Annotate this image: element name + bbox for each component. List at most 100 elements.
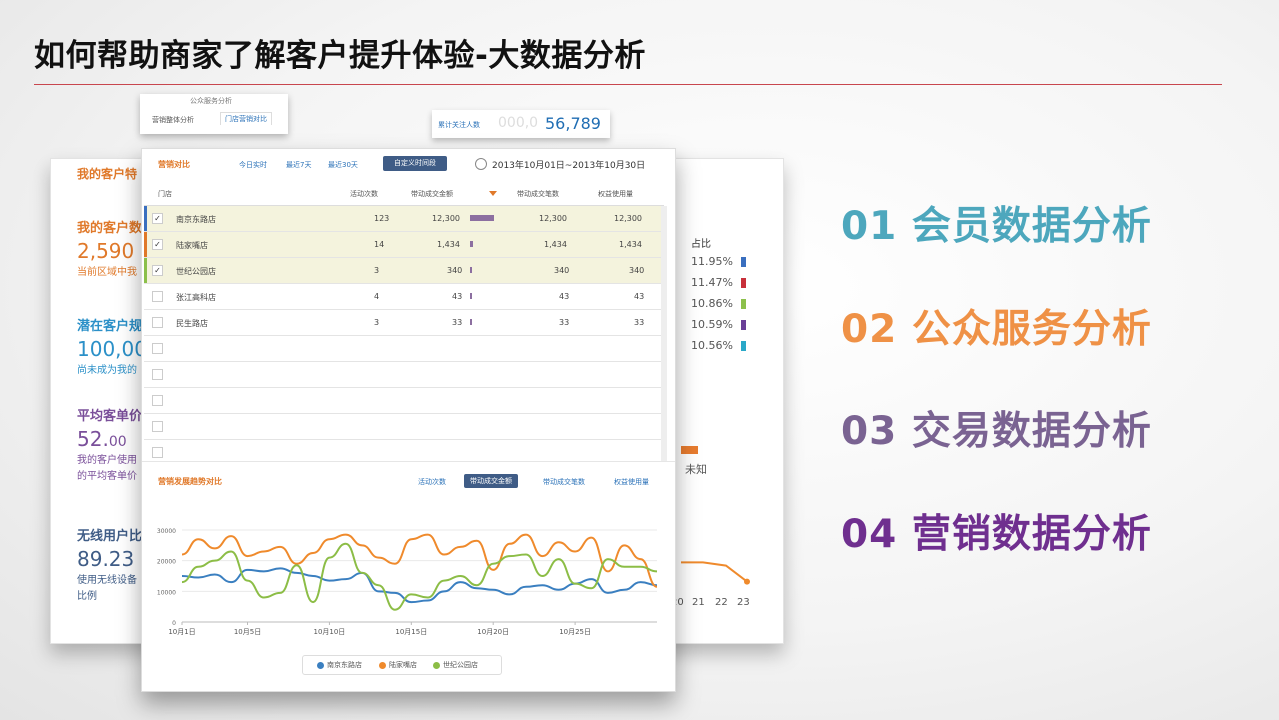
share-value: 10.86%: [691, 297, 733, 310]
events-cell: 123: [374, 214, 390, 223]
custom-range-button[interactable]: 自定义时间段: [383, 156, 447, 171]
events-cell: 3: [374, 318, 380, 327]
usage-cell: 340: [629, 266, 645, 275]
orders-cell: 340: [554, 266, 570, 275]
col-events[interactable]: 活动次数: [350, 189, 378, 199]
kpi-value: 52.: [77, 427, 109, 451]
events-cell: 3: [374, 266, 380, 275]
kpi-value: 89.23: [77, 547, 135, 571]
kpi-sub: 尚未成为我的: [77, 365, 137, 376]
tabs-caption: 公众服务分析: [190, 97, 232, 105]
x-tick-label: 10月25日: [559, 628, 591, 636]
share-row: 10.86%: [691, 297, 746, 310]
share-row: 10.59%: [691, 318, 746, 331]
kpi-label: 我的客户数: [77, 221, 143, 236]
row-checkbox[interactable]: [152, 343, 163, 354]
table-row[interactable]: ✓ 南京东路店 123 12,300 12,300 12,300: [144, 206, 664, 232]
tab-overall-marketing[interactable]: 营销整体分析: [152, 115, 194, 125]
table-scrollbar[interactable]: [661, 206, 667, 464]
row-checkbox[interactable]: [152, 317, 163, 328]
store-name: 陆家嘴店: [176, 241, 208, 250]
row-checkbox[interactable]: [152, 291, 163, 302]
topic-member-data: 01 会员数据分析: [841, 204, 1152, 249]
kpi-sub: 使用无线设备: [77, 575, 137, 586]
kpi-value-decimals: 00: [108, 434, 127, 450]
share-swatch: [740, 299, 746, 309]
share-value: 10.59%: [691, 318, 733, 331]
amount-cell: 340: [447, 266, 463, 275]
counter-ghost: 000,0: [498, 115, 539, 131]
kpi-sub: 当前区域中我: [77, 267, 137, 278]
col-store[interactable]: 门店: [158, 189, 172, 199]
row-checkbox[interactable]: [152, 369, 163, 380]
share-swatch: [740, 320, 746, 330]
row-checkbox[interactable]: ✓: [152, 265, 163, 276]
kpi-sub: 我的客户使用: [77, 455, 137, 466]
trend-section: 营销发展趋势对比 活动次数 带动成交金额 带动成交笔数 权益使用量 30000 2…: [142, 461, 675, 691]
usage-cell: 33: [634, 318, 645, 327]
tail-point: [744, 578, 750, 585]
table-header: 门店 活动次数 带动成交金额 带动成交笔数 权益使用量: [144, 181, 664, 206]
amount-bar: [470, 241, 473, 247]
marketing-toolbar: 营销对比 今日实时 最近7天 最近30天 自定义时间段 2013年10月01日~…: [142, 149, 675, 181]
follower-counter: 累计关注人数 000,0 56,789: [432, 110, 610, 138]
col-amount[interactable]: 带动成交金额: [411, 189, 453, 199]
trend-opt-usage[interactable]: 权益使用量: [614, 477, 649, 487]
row-checkbox[interactable]: ✓: [152, 213, 163, 224]
share-swatch: [740, 341, 746, 351]
table-row[interactable]: 民生路店 3 33 33 33: [144, 310, 664, 336]
empty-table-row: [144, 414, 664, 440]
col-usage[interactable]: 权益使用量: [598, 189, 633, 199]
empty-table-row: [144, 362, 664, 388]
kpi-avg-order: 平均客单价 52.00 我的客户使用 的平均客单价: [77, 405, 142, 485]
x-tick-label: 10月10日: [313, 628, 345, 636]
row-checkbox[interactable]: [152, 447, 163, 458]
slide-title: 如何帮助商家了解客户提升体验-大数据分析: [34, 38, 646, 74]
orders-cell: 12,300: [539, 214, 567, 223]
kpi-value: 100,00: [77, 337, 147, 361]
amount-bar: [470, 319, 472, 325]
range-today[interactable]: 今日实时: [239, 160, 267, 170]
legend-item[interactable]: 南京东路店: [317, 660, 362, 670]
x-tick: 21: [692, 597, 705, 608]
row-checkbox[interactable]: [152, 395, 163, 406]
x-tick-label: 10月20日: [477, 628, 509, 636]
legend-label: 陆家嘴店: [389, 661, 417, 669]
row-color-stripe: [144, 206, 147, 231]
trend-title: 营销发展趋势对比: [158, 477, 222, 486]
trend-opt-amount[interactable]: 带动成交金额: [464, 474, 518, 488]
unknown-label: 未知: [685, 463, 707, 476]
table-row[interactable]: 张江高科店 4 43 43 43: [144, 284, 664, 310]
trend-opt-orders[interactable]: 带动成交笔数: [543, 477, 585, 487]
table-row[interactable]: ✓ 陆家嘴店 14 1,434 1,434 1,434: [144, 232, 664, 258]
row-checkbox[interactable]: [152, 421, 163, 432]
legend-swatch: [317, 661, 324, 669]
col-orders[interactable]: 带动成交笔数: [517, 189, 559, 199]
x-tick-label: 10月15日: [395, 628, 427, 636]
amount-cell: 33: [452, 318, 463, 327]
range-7days[interactable]: 最近7天: [286, 160, 311, 170]
sort-desc-icon[interactable]: [489, 191, 497, 196]
legend-swatch: [433, 661, 440, 669]
kpi-label: 潜在客户规: [77, 319, 143, 334]
share-value: 11.47%: [691, 276, 733, 289]
share-row: 10.56%: [691, 339, 746, 352]
kpi-label: 无线用户比: [77, 529, 143, 544]
row-color-stripe: [144, 232, 147, 257]
share-value: 11.95%: [691, 255, 733, 268]
store-table: 门店 活动次数 带动成交金额 带动成交笔数 权益使用量 ✓ 南京东路店 123 12,…: [144, 181, 664, 466]
range-30days[interactable]: 最近30天: [328, 160, 358, 170]
events-cell: 4: [374, 292, 380, 301]
row-checkbox[interactable]: ✓: [152, 239, 163, 250]
y-tick-label: 20000: [157, 559, 176, 566]
legend-item[interactable]: 陆家嘴店: [379, 660, 417, 670]
events-cell: 14: [374, 240, 385, 249]
table-row[interactable]: ✓ 世纪公园店 3 340 340 340: [144, 258, 664, 284]
kpi-potential-customers: 潜在客户规 100,00 尚未成为我的: [77, 315, 147, 379]
legend-item[interactable]: 世纪公园店: [433, 660, 478, 670]
tab-store-comparison[interactable]: 门店营销对比: [220, 112, 272, 125]
marketing-title: 营销对比: [158, 160, 190, 169]
kpi-value: 2,590: [77, 239, 135, 263]
trend-opt-events[interactable]: 活动次数: [418, 477, 446, 487]
kpi-customer-count: 我的客户数 2,590 当前区域中我: [77, 217, 142, 281]
